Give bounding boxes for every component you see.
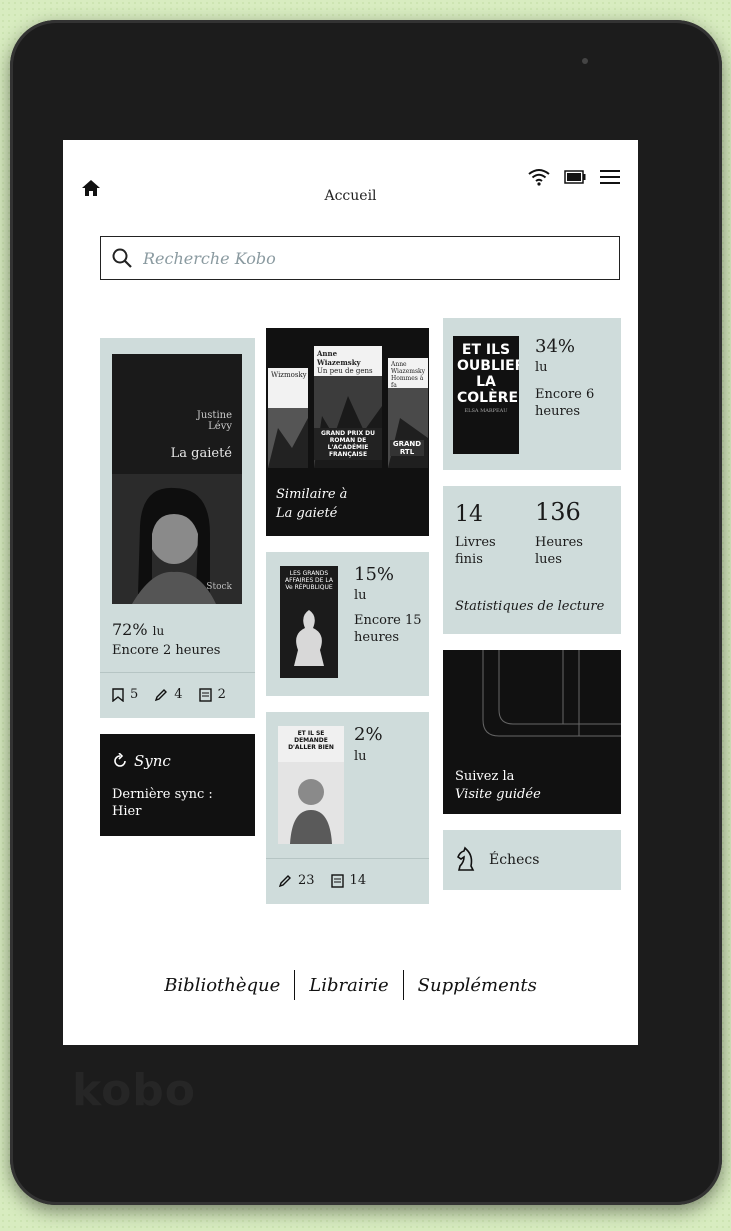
wifi-icon[interactable] — [528, 168, 550, 186]
time-remaining: Encore 15 heures — [354, 613, 422, 645]
progress-suffix: lu — [152, 624, 165, 638]
highlight-icon — [278, 874, 291, 887]
sync-tile[interactable]: Sync Dernière sync : Hier — [100, 734, 255, 836]
similar-cover-title: Hommes à fa — [391, 375, 424, 389]
sync-label: Sync — [134, 752, 171, 770]
nav-store[interactable]: Librairie — [295, 975, 402, 996]
bookmark-count: 5 — [130, 687, 139, 702]
tile-divider — [266, 858, 429, 859]
last-sync-time: Hier — [112, 804, 142, 819]
reading-progress: 72% lu — [112, 620, 164, 639]
highlight-icon — [155, 688, 168, 701]
rtl-badge: GRAND RTL — [390, 440, 424, 456]
sync-icon — [114, 753, 126, 767]
book-tile-4[interactable]: ET ILS OUBLIERONT LA COLÈRE ELSA MARPEAU… — [443, 318, 621, 470]
bottom-nav: Bibliothèque Librairie Suppléments — [63, 970, 638, 1000]
brand-logo: kobo — [72, 1065, 197, 1116]
stats-caption: Statistiques de lecture — [455, 599, 605, 614]
similar-books-tile[interactable]: Wizmosky Anne Wiazemsky Un peu de gens G… — [266, 328, 429, 536]
annotation-counts: 23 14 — [278, 872, 366, 889]
cover-photo-image — [268, 408, 308, 468]
cover-author: ELSA MARPEAU — [464, 408, 508, 414]
guided-tour-tile[interactable]: Suivez la Visite guidée — [443, 650, 621, 814]
notes-count: 2 — [217, 687, 226, 702]
similar-line-2: La gaieté — [276, 506, 338, 521]
book-tile-3[interactable]: ET IL SE DEMANDE D'ALLER BIEN 2% lu 23 1… — [266, 712, 429, 904]
home-screen: Accueil Recherche Kobo Justine Lévy La g… — [63, 140, 638, 1045]
notes-count: 14 — [349, 873, 367, 888]
cover-title: LES GRANDS AFFAIRES DE LA Ve RÉPUBLIQUE — [285, 570, 333, 591]
nav-library[interactable]: Bibliothèque — [150, 975, 294, 996]
book-cover-la-colere[interactable]: ET ILS OUBLIERONT LA COLÈRE ELSA MARPEAU — [453, 336, 519, 454]
books-finished-count: 14 — [455, 502, 483, 527]
cover-portrait-image — [278, 762, 344, 844]
nav-extras[interactable]: Suppléments — [404, 975, 551, 996]
similar-cover-author: Anne Wiazemsky — [317, 349, 361, 367]
search-bar[interactable] — [100, 236, 620, 280]
award-band: GRAND PRIX DU ROMAN DE L'ACADÉMIE FRANÇA… — [314, 428, 382, 460]
book-cover-la-gaiete[interactable]: Justine Lévy La gaieté Stock — [112, 354, 242, 604]
cover-illustration-image — [294, 610, 324, 666]
cover-title: La gaieté — [170, 446, 232, 461]
top-bar: Accueil — [63, 140, 638, 220]
annotation-counts: 5 4 2 — [112, 686, 226, 703]
time-remaining: Encore 6 heures — [535, 387, 595, 419]
similar-cover-3[interactable]: Anne Wiazemsky Hommes à fa GRAND RTL — [388, 358, 428, 468]
tile-divider — [100, 672, 255, 673]
cover-title: ET ILS OUBLIERONT LA COLÈRE — [457, 342, 519, 406]
progress-suffix: lu — [535, 360, 548, 375]
reading-progress: 15% — [354, 564, 395, 585]
similar-cover-author: Anne Wiazemsky — [391, 361, 426, 375]
tour-line-1: Suivez la — [455, 769, 515, 784]
front-light-sensor — [582, 58, 588, 64]
progress-percent: 72% — [112, 620, 148, 639]
progress-suffix: lu — [354, 588, 367, 603]
status-bar — [528, 168, 620, 186]
cover-publisher: Stock — [206, 582, 232, 592]
last-sync-label: Dernière sync : — [112, 787, 213, 802]
current-book-tile[interactable]: Justine Lévy La gaieté Stock 72% lu Enco… — [100, 338, 255, 718]
highlight-count: 4 — [174, 687, 183, 702]
progress-suffix: lu — [354, 749, 367, 764]
time-remaining: Encore 2 heures — [112, 643, 221, 658]
books-finished-label: Livres finis — [455, 535, 496, 567]
cover-photo-image — [388, 388, 428, 468]
chess-label: Échecs — [489, 852, 540, 868]
tour-line-2: Visite guidée — [455, 787, 541, 802]
cover-author: Justine Lévy — [196, 410, 232, 432]
menu-icon[interactable] — [600, 169, 620, 185]
similar-cover-1[interactable]: Wizmosky — [268, 368, 308, 468]
ereader-device: kobo Accueil Recherche Kobo Justine Lévy… — [10, 20, 722, 1205]
book-cover-republique[interactable]: LES GRANDS AFFAIRES DE LA Ve RÉPUBLIQUE — [280, 566, 338, 678]
chess-knight-icon — [457, 846, 475, 871]
similar-cover-2[interactable]: Anne Wiazemsky Un peu de gens GRAND PRIX… — [314, 346, 382, 468]
similar-line-1: Similaire à — [276, 487, 348, 502]
search-icon — [112, 248, 132, 268]
similar-cover-author: Wizmosky — [271, 371, 307, 379]
device-outline-image — [482, 650, 621, 737]
notes-icon — [330, 873, 344, 888]
cover-title: ET IL SE DEMANDE D'ALLER BIEN — [288, 730, 334, 751]
reading-progress: 34% — [535, 336, 576, 357]
bookmark-icon — [112, 687, 124, 702]
similar-cover-title: Un peu de gens — [317, 367, 373, 375]
notes-icon — [198, 687, 212, 702]
search-input[interactable] — [141, 247, 585, 269]
hours-read-label: Heures lues — [535, 535, 583, 567]
book-tile-2[interactable]: LES GRANDS AFFAIRES DE LA Ve RÉPUBLIQUE … — [266, 552, 429, 696]
reading-progress: 2% — [354, 724, 383, 745]
battery-icon[interactable] — [564, 170, 586, 184]
page-title: Accueil — [324, 188, 377, 204]
hours-read-count: 136 — [535, 498, 581, 526]
chess-tile[interactable]: Échecs — [443, 830, 621, 890]
reading-stats-tile[interactable]: 14 Livres finis 136 Heures lues Statisti… — [443, 486, 621, 634]
highlight-count: 23 — [298, 873, 315, 888]
book-cover-aller-bien[interactable]: ET IL SE DEMANDE D'ALLER BIEN — [278, 726, 344, 844]
sync-header: Sync — [112, 752, 171, 770]
